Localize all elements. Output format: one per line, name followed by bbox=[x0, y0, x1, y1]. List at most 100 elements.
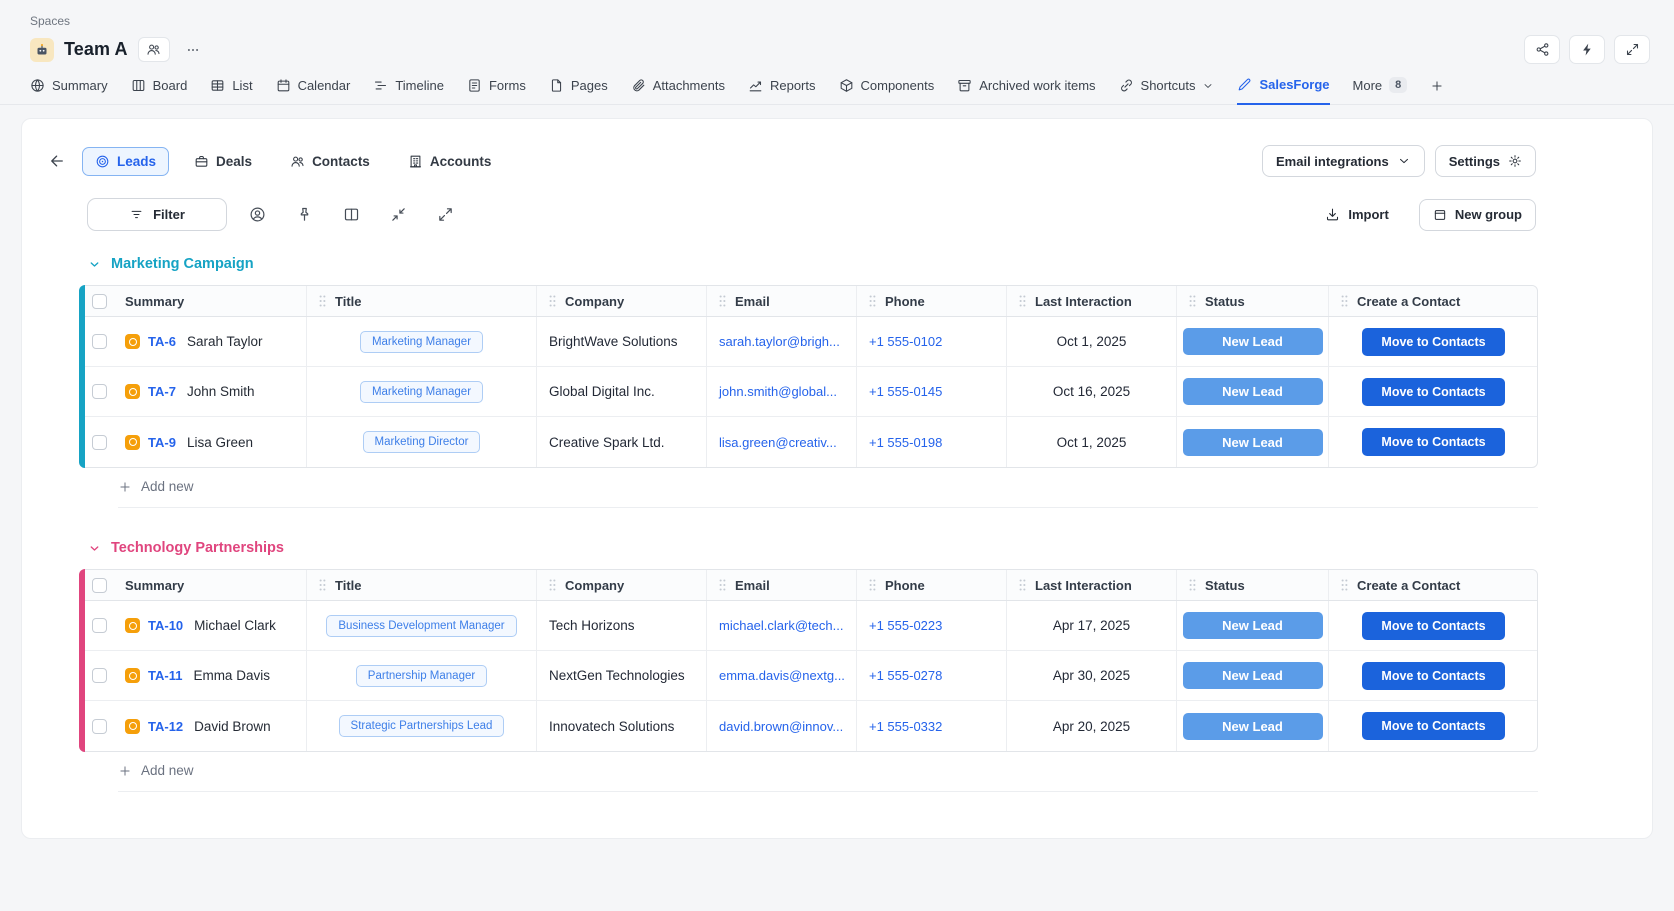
tab-shortcuts[interactable]: Shortcuts bbox=[1119, 78, 1215, 104]
column-header-company[interactable]: Company bbox=[537, 570, 707, 600]
more-options-button[interactable] bbox=[180, 38, 206, 62]
column-header-title[interactable]: Title bbox=[307, 570, 537, 600]
tab-calendar[interactable]: Calendar bbox=[276, 78, 351, 104]
lead-name[interactable]: David Brown bbox=[194, 719, 271, 734]
lead-name[interactable]: Sarah Taylor bbox=[187, 334, 263, 349]
drag-handle-icon[interactable] bbox=[1018, 578, 1027, 592]
drag-handle-icon[interactable] bbox=[868, 578, 877, 592]
task-id[interactable]: TA-10 bbox=[148, 618, 183, 633]
column-header-title[interactable]: Title bbox=[307, 286, 537, 316]
status-button[interactable]: New Lead bbox=[1183, 429, 1323, 456]
column-header-create-a-contact[interactable]: Create a Contact bbox=[1329, 286, 1538, 316]
tab-pages[interactable]: Pages bbox=[549, 78, 608, 104]
column-header-status[interactable]: Status bbox=[1177, 286, 1329, 316]
lead-name[interactable]: Lisa Green bbox=[187, 435, 253, 450]
tab-deals[interactable]: Deals bbox=[181, 147, 265, 176]
tab-attachments[interactable]: Attachments bbox=[631, 78, 725, 104]
table-row[interactable]: TA-12David Brown Strategic Partnerships … bbox=[80, 701, 1537, 751]
status-button[interactable]: New Lead bbox=[1183, 328, 1323, 355]
email-link[interactable]: lisa.green@creativ... bbox=[719, 435, 837, 450]
row-checkbox[interactable] bbox=[92, 618, 107, 633]
collapse-button[interactable] bbox=[381, 200, 415, 230]
column-header-company[interactable]: Company bbox=[537, 286, 707, 316]
tab-salesforge[interactable]: SalesForge bbox=[1237, 77, 1329, 105]
filter-button[interactable]: Filter bbox=[87, 198, 227, 231]
drag-handle-icon[interactable] bbox=[318, 294, 327, 308]
column-header-create-a-contact[interactable]: Create a Contact bbox=[1329, 570, 1538, 600]
row-checkbox[interactable] bbox=[92, 668, 107, 683]
email-link[interactable]: john.smith@global... bbox=[719, 384, 837, 399]
email-integrations-button[interactable]: Email integrations bbox=[1262, 145, 1425, 177]
settings-button[interactable]: Settings bbox=[1435, 145, 1536, 177]
column-header-phone[interactable]: Phone bbox=[857, 286, 1007, 316]
column-header-email[interactable]: Email bbox=[707, 570, 857, 600]
fullscreen-button[interactable] bbox=[1614, 35, 1650, 64]
lead-name[interactable]: Michael Clark bbox=[194, 618, 276, 633]
row-checkbox[interactable] bbox=[92, 435, 107, 450]
tab-archived-work-items[interactable]: Archived work items bbox=[957, 78, 1095, 104]
breadcrumb[interactable]: Spaces bbox=[30, 14, 1650, 28]
move-to-contacts-button[interactable]: Move to Contacts bbox=[1362, 612, 1505, 640]
column-header-phone[interactable]: Phone bbox=[857, 570, 1007, 600]
status-button[interactable]: New Lead bbox=[1183, 378, 1323, 405]
columns-button[interactable] bbox=[334, 200, 368, 230]
drag-handle-icon[interactable] bbox=[718, 578, 727, 592]
phone-link[interactable]: +1 555-0102 bbox=[869, 334, 942, 349]
group-header[interactable]: Technology Partnerships bbox=[88, 540, 1536, 556]
move-to-contacts-button[interactable]: Move to Contacts bbox=[1362, 328, 1505, 356]
add-new-button[interactable]: Add new bbox=[118, 468, 1538, 508]
status-button[interactable]: New Lead bbox=[1183, 713, 1323, 740]
add-view-button[interactable] bbox=[1430, 79, 1444, 104]
tab-contacts[interactable]: Contacts bbox=[277, 147, 383, 176]
tab-accounts[interactable]: Accounts bbox=[395, 147, 505, 176]
phone-link[interactable]: +1 555-0332 bbox=[869, 719, 942, 734]
tab-timeline[interactable]: Timeline bbox=[373, 78, 444, 104]
task-id[interactable]: TA-6 bbox=[148, 334, 176, 349]
drag-handle-icon[interactable] bbox=[718, 294, 727, 308]
column-header-last-interaction[interactable]: Last Interaction bbox=[1007, 286, 1177, 316]
row-checkbox[interactable] bbox=[92, 334, 107, 349]
tab-more[interactable]: More8 bbox=[1353, 77, 1408, 104]
drag-handle-icon[interactable] bbox=[1018, 294, 1027, 308]
column-header-summary[interactable]: Summary bbox=[114, 570, 307, 600]
select-all-checkbox[interactable] bbox=[92, 294, 107, 309]
share-button[interactable] bbox=[1524, 35, 1560, 64]
email-link[interactable]: david.brown@innov... bbox=[719, 719, 843, 734]
drag-handle-icon[interactable] bbox=[1340, 294, 1349, 308]
move-to-contacts-button[interactable]: Move to Contacts bbox=[1362, 712, 1505, 740]
phone-link[interactable]: +1 555-0223 bbox=[869, 618, 942, 633]
move-to-contacts-button[interactable]: Move to Contacts bbox=[1362, 378, 1505, 406]
email-link[interactable]: sarah.taylor@brigh... bbox=[719, 334, 840, 349]
tab-list[interactable]: List bbox=[210, 78, 252, 104]
row-checkbox[interactable] bbox=[92, 384, 107, 399]
drag-handle-icon[interactable] bbox=[318, 578, 327, 592]
tab-components[interactable]: Components bbox=[839, 78, 935, 104]
lead-name[interactable]: Emma Davis bbox=[193, 668, 270, 683]
members-button[interactable] bbox=[138, 37, 170, 62]
group-header[interactable]: Marketing Campaign bbox=[88, 256, 1536, 272]
tab-forms[interactable]: Forms bbox=[467, 78, 526, 104]
task-id[interactable]: TA-12 bbox=[148, 719, 183, 734]
me-mode-button[interactable] bbox=[240, 200, 274, 230]
table-row[interactable]: TA-7John Smith Marketing Manager Global … bbox=[80, 367, 1537, 417]
drag-handle-icon[interactable] bbox=[1188, 294, 1197, 308]
pin-button[interactable] bbox=[287, 200, 321, 230]
new-group-button[interactable]: New group bbox=[1419, 199, 1536, 231]
expand-view-button[interactable] bbox=[428, 200, 462, 230]
tab-leads[interactable]: Leads bbox=[82, 147, 169, 176]
status-button[interactable]: New Lead bbox=[1183, 662, 1323, 689]
row-checkbox[interactable] bbox=[92, 719, 107, 734]
tab-summary[interactable]: Summary bbox=[30, 78, 108, 104]
column-header-last-interaction[interactable]: Last Interaction bbox=[1007, 570, 1177, 600]
lead-name[interactable]: John Smith bbox=[187, 384, 255, 399]
column-header-email[interactable]: Email bbox=[707, 286, 857, 316]
move-to-contacts-button[interactable]: Move to Contacts bbox=[1362, 662, 1505, 690]
import-button[interactable]: Import bbox=[1319, 206, 1394, 223]
tab-reports[interactable]: Reports bbox=[748, 78, 816, 104]
table-row[interactable]: TA-10Michael Clark Business Development … bbox=[80, 601, 1537, 651]
task-id[interactable]: TA-9 bbox=[148, 435, 176, 450]
select-all-checkbox[interactable] bbox=[92, 578, 107, 593]
tab-board[interactable]: Board bbox=[131, 78, 188, 104]
automations-button[interactable] bbox=[1569, 35, 1605, 64]
table-row[interactable]: TA-11Emma Davis Partnership Manager Next… bbox=[80, 651, 1537, 701]
